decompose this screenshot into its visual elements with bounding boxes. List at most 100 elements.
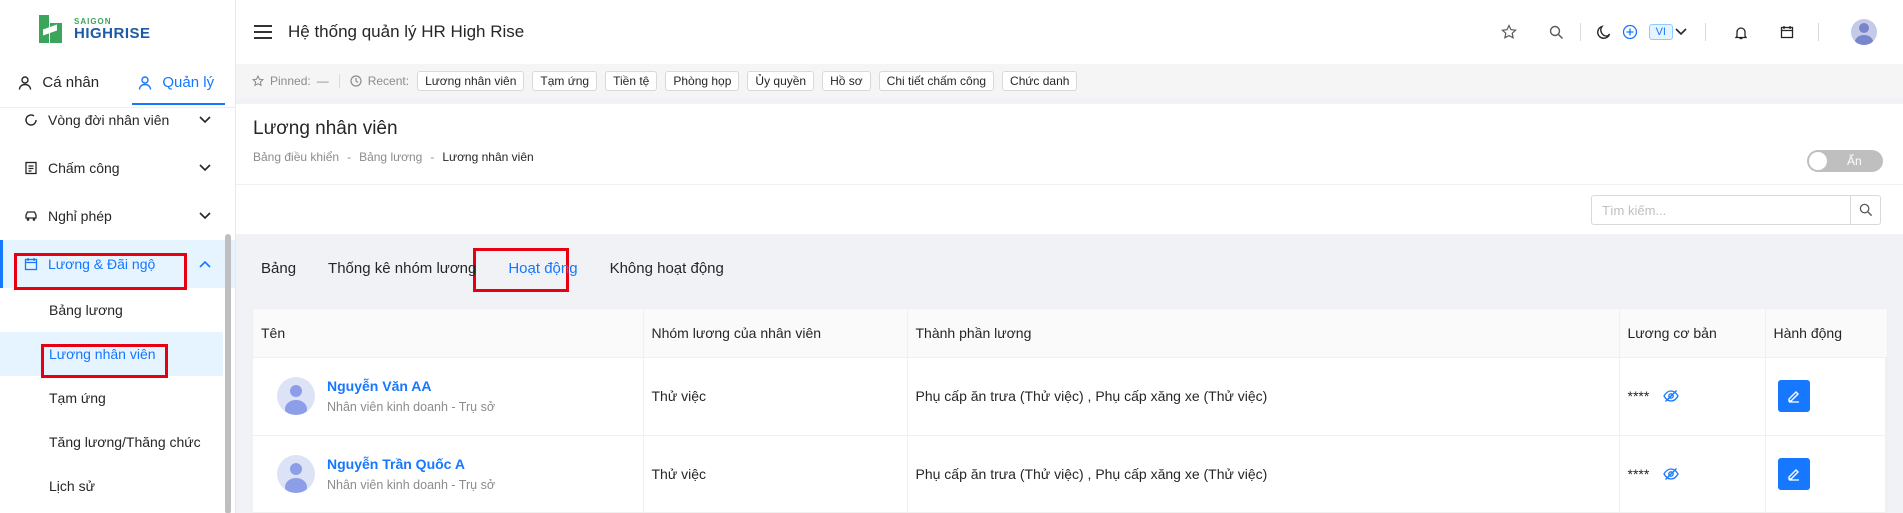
chevron-down-icon (199, 164, 211, 172)
logo[interactable]: SAIGON HIGHRISE (0, 0, 235, 58)
brand-line2: HIGHRISE (74, 24, 151, 42)
breadcrumb-item[interactable]: Bảng lương (359, 150, 422, 164)
cell-components: Phụ cấp ăn trưa (Thử việc) , Phụ cấp xăn… (907, 357, 1620, 436)
logo-mark-icon (36, 13, 68, 45)
chevron-up-icon (199, 260, 211, 268)
column-header-name[interactable]: Tên (253, 309, 644, 358)
page-title: Lương nhân viên (253, 118, 398, 139)
tab-table[interactable]: Bảng (253, 248, 304, 288)
sidebar-item-label: Lương & Đãi ngộ (48, 256, 156, 272)
clipboard-icon (25, 161, 37, 175)
sidebar-menu: Vòng đời nhân viên Chấm công Nghỉ phép L… (0, 108, 235, 513)
avatar (277, 455, 315, 493)
breadcrumb-item[interactable]: Bảng điều khiển (253, 150, 339, 164)
column-header-actions: Hành động (1765, 309, 1888, 358)
search-box (1591, 195, 1881, 225)
sidebar-item-attendance[interactable]: Chấm công (0, 144, 235, 192)
recent-chip[interactable]: Lương nhân viên (417, 71, 525, 91)
search-button[interactable] (1850, 196, 1880, 224)
calendar-icon (24, 258, 38, 271)
recent-chip[interactable]: Tiền tệ (605, 71, 658, 91)
sidebar-item-label: Vòng đời nhân viên (48, 112, 170, 128)
recent-chip[interactable]: Ủy quyền (747, 71, 815, 91)
mode-tab-manage-label: Quản lý (162, 74, 215, 91)
search-icon[interactable] (1544, 19, 1570, 45)
search-input[interactable] (1592, 196, 1850, 224)
column-header-group[interactable]: Nhóm lương của nhân viên (643, 309, 908, 358)
breadcrumb-separator: - (347, 150, 352, 164)
sidebar-item-employee-lifecycle[interactable]: Vòng đời nhân viên (0, 108, 235, 144)
recent-label: Recent: (367, 74, 410, 88)
calendar-icon[interactable] (1774, 19, 1800, 45)
breadcrumb: Bảng điều khiển - Bảng lương - Lương nhâ… (253, 150, 1903, 164)
recent-chip[interactable]: Hồ sơ (822, 71, 871, 91)
user-icon (19, 75, 32, 90)
breadcrumb-current: Lương nhân viên (442, 150, 534, 164)
toggle-knob (1809, 152, 1827, 170)
eye-off-icon[interactable] (1663, 467, 1680, 481)
top-header: Hệ thống quản lý HR High Rise VI (236, 0, 1903, 64)
sidebar-item-leave[interactable]: Nghỉ phép (0, 192, 235, 240)
mode-tab-manage[interactable]: Quản lý (118, 58, 236, 107)
user-avatar[interactable] (1851, 19, 1877, 45)
header-actions: VI (1496, 0, 1903, 64)
moon-icon[interactable] (1591, 19, 1617, 45)
star-icon (252, 75, 264, 87)
edit-button[interactable] (1777, 380, 1810, 412)
column-header-base-salary[interactable]: Lương cơ bản (1619, 309, 1766, 358)
employee-name-link[interactable]: Nguyễn Trần Quốc A (327, 456, 495, 472)
add-circle-icon[interactable] (1617, 19, 1643, 45)
masked-salary: **** (1627, 466, 1650, 482)
cell-actions (1765, 357, 1888, 436)
cell-group: Thử việc (643, 357, 908, 436)
pinned-label: Pinned: (270, 74, 311, 88)
recent-chip[interactable]: Tạm ứng (532, 71, 598, 91)
sidebar-subitem-payroll[interactable]: Bảng lương (0, 288, 235, 332)
breadcrumb-separator: - (430, 150, 435, 164)
refresh-icon (25, 114, 37, 126)
tab-salary-group-stats[interactable]: Thống kê nhóm lương (320, 248, 484, 288)
content-tabs: Bảng Thống kê nhóm lương Hoạt động Không… (236, 248, 1903, 288)
language-select[interactable]: VI (1648, 24, 1687, 40)
star-icon[interactable] (1496, 19, 1522, 45)
cell-base-salary: **** (1619, 357, 1766, 436)
recent-chip[interactable]: Chi tiết chấm công (878, 71, 995, 91)
avatar (277, 377, 315, 415)
cell-name: Nguyễn Trần Quốc A Nhân viên kinh doanh … (253, 435, 644, 513)
tab-active[interactable]: Hoạt động (500, 248, 585, 288)
tab-inactive[interactable]: Không hoạt động (602, 248, 732, 288)
chevron-down-icon (199, 116, 211, 124)
recent-chip[interactable]: Chức danh (1002, 71, 1078, 91)
sidebar-item-salary-benefits[interactable]: Lương & Đãi ngộ (0, 240, 235, 288)
mode-tabs: Cá nhân Quản lý (0, 58, 235, 108)
menu-toggle-icon[interactable] (254, 25, 272, 39)
sidebar-scrollbar[interactable] (225, 234, 231, 513)
sidebar: SAIGON HIGHRISE Cá nhân Quản lý Vòng đời… (0, 0, 236, 513)
column-header-components[interactable]: Thành phần lương (907, 309, 1620, 358)
user-icon (139, 75, 152, 90)
edit-button[interactable] (1777, 458, 1810, 490)
bell-icon[interactable] (1728, 19, 1754, 45)
sidebar-subitem-employee-salary[interactable]: Lương nhân viên (0, 332, 223, 376)
cell-components: Phụ cấp ăn trưa (Thử việc) , Phụ cấp xăn… (907, 435, 1620, 513)
sidebar-subitem-history[interactable]: Lịch sử (0, 464, 235, 508)
edit-icon (1787, 469, 1799, 481)
eye-off-icon[interactable] (1663, 389, 1680, 403)
table-header-row: Tên Nhóm lương của nhân viên Thành phần … (253, 309, 1888, 358)
mode-tab-personal[interactable]: Cá nhân (0, 58, 118, 107)
employee-name-link[interactable]: Nguyễn Văn AA (327, 378, 495, 394)
sidebar-subitem-raise-promotion[interactable]: Tăng lương/Thăng chức (0, 420, 235, 464)
sidebar-item-label: Nghỉ phép (48, 208, 112, 224)
toggle-label: Ẩn (1847, 154, 1862, 168)
clock-icon (350, 75, 362, 87)
recent-bar: Pinned: — Recent: Lương nhân viên Tạm ứn… (236, 64, 1903, 98)
cell-group: Thử việc (643, 435, 908, 513)
employee-position: Nhân viên kinh doanh - Trụ sở (327, 400, 496, 414)
language-value: VI (1648, 24, 1673, 40)
recent-chip[interactable]: Phòng họp (665, 71, 740, 91)
chevron-down-icon (1675, 28, 1687, 36)
mode-tab-personal-label: Cá nhân (42, 74, 100, 91)
sidebar-subitem-advance[interactable]: Tạm ứng (0, 376, 235, 420)
hide-toggle[interactable]: Ẩn (1807, 150, 1883, 172)
cell-actions (1765, 435, 1888, 513)
